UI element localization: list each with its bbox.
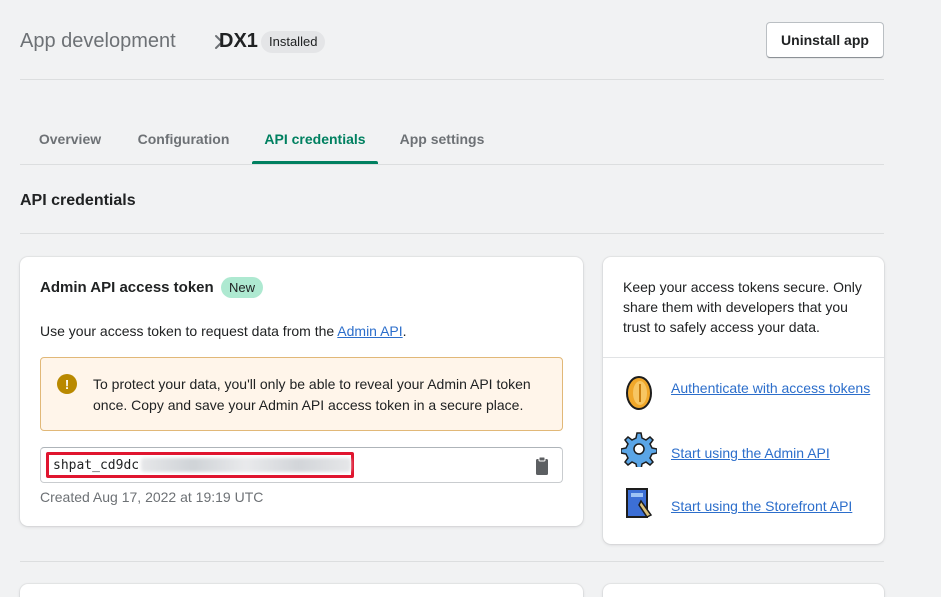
- storefront-api-link[interactable]: Start using the Storefront API: [671, 496, 871, 516]
- new-badge: New: [221, 277, 264, 298]
- tab-api-credentials[interactable]: API credentials: [252, 118, 378, 164]
- bottom-divider: [20, 561, 884, 562]
- clipboard-icon[interactable]: [534, 456, 550, 476]
- admin-api-link[interactable]: Admin API: [337, 323, 402, 339]
- card-description: Use your access token to request data fr…: [40, 323, 407, 339]
- breadcrumb-app-development[interactable]: App development: [20, 30, 176, 53]
- tab-overview[interactable]: Overview: [20, 118, 120, 164]
- coin-icon: [626, 376, 652, 410]
- status-badge: Installed: [261, 31, 326, 53]
- card-title: Admin API access token: [40, 279, 214, 296]
- header-divider: [20, 79, 884, 80]
- tab-bar: Overview Configuration API credentials A…: [20, 118, 884, 164]
- tab-app-settings[interactable]: App settings: [382, 118, 502, 164]
- page-header: App development DX1 Installed Uninstall …: [20, 22, 884, 62]
- admin-api-token-card: Admin API access token New Use your acce…: [20, 257, 583, 526]
- uninstall-app-button[interactable]: Uninstall app: [766, 22, 884, 58]
- warning-text: To protect your data, you'll only be abl…: [93, 376, 531, 413]
- access-token-value[interactable]: shpat_cd9dc: [53, 458, 139, 473]
- card-divider: [603, 357, 884, 358]
- tabs-divider: [20, 164, 884, 165]
- next-card-left: [20, 584, 583, 597]
- description-suffix: .: [402, 323, 407, 339]
- admin-api-start-link[interactable]: Start using the Admin API: [671, 443, 871, 463]
- authenticate-link[interactable]: Authenticate with access tokens: [671, 378, 871, 398]
- section-divider: [20, 233, 884, 234]
- created-timestamp: Created Aug 17, 2022 at 19:19 UTC: [40, 489, 264, 505]
- tab-configuration[interactable]: Configuration: [120, 118, 247, 164]
- storefront-icon: [626, 488, 653, 518]
- token-blurred-redaction: [141, 458, 351, 472]
- page-title: DX1: [219, 30, 258, 52]
- gear-icon: [621, 432, 657, 467]
- security-tip-text: Keep your access tokens secure. Only sha…: [623, 279, 862, 335]
- next-card-right: [603, 584, 884, 597]
- access-token-field[interactable]: shpat_cd9dc: [40, 447, 563, 483]
- warning-banner: ! To protect your data, you'll only be a…: [40, 357, 563, 431]
- section-title: API credentials: [20, 192, 136, 209]
- warning-icon: !: [57, 374, 77, 394]
- security-tips-card: Keep your access tokens secure. Only sha…: [603, 257, 884, 544]
- description-text: Use your access token to request data fr…: [40, 323, 338, 339]
